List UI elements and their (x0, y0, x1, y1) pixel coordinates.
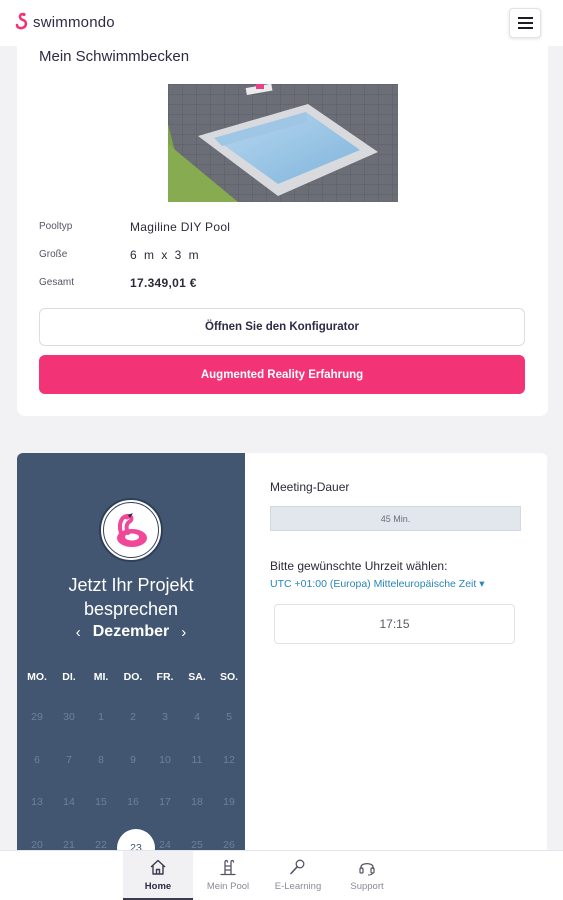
weekday-label: SO. (219, 671, 239, 683)
calendar-day: 11 (191, 753, 203, 766)
nav-mein-pool[interactable]: Mein Pool (193, 851, 263, 900)
weekday-label: FR. (156, 671, 174, 683)
prev-month-chevron-icon[interactable]: ‹ (76, 624, 81, 641)
calendar-day: 1 (98, 711, 104, 723)
augmented-reality-button[interactable]: Augmented Reality Erfahrung (39, 355, 525, 394)
weekday-label: MO. (27, 671, 47, 683)
meeting-booking-card: Jetzt Ihr Projekt besprechen ‹ Dezember … (17, 453, 547, 900)
swimmondo-logo[interactable]: swimmondo (14, 12, 115, 32)
meeting-duration-option[interactable]: 45 Min. (270, 506, 521, 531)
spec-label-gesamt: Gesamt (39, 277, 75, 288)
month-navigation: ‹ Dezember › (17, 623, 245, 641)
calendar-day: 7 (66, 753, 72, 766)
calendar-day: 8 (98, 753, 104, 766)
weekday-label: DI. (62, 671, 76, 683)
pool-ladder-icon (220, 859, 236, 876)
weekday-label: MI. (93, 671, 109, 683)
home-icon (150, 859, 166, 875)
my-pool-card: Mein Schwimmbecken Pooltyp Magiline DIY … (17, 32, 548, 416)
hamburger-menu-button[interactable] (509, 8, 541, 38)
timezone-select[interactable]: UTC +01:00 (Europa) Mitteleuropäische Ze… (270, 578, 485, 590)
headset-icon (359, 862, 375, 876)
nav-support-label: Support (350, 881, 384, 892)
next-month-chevron-icon[interactable]: › (181, 624, 186, 641)
calendar-day: 10 (159, 753, 171, 766)
spec-value-gesamt: 17.349,01 € (130, 276, 197, 290)
pool-card-title: Mein Schwimmbecken (39, 48, 190, 65)
calendar-day: 18 (191, 796, 203, 808)
spec-label-pooltyp: Pooltyp (39, 221, 73, 232)
spec-value-grosse: 6 m x 3 m (130, 248, 201, 262)
open-configurator-button[interactable]: Öffnen Sie den Konfigurator (39, 308, 525, 346)
nav-e-learning[interactable]: E-Learning (263, 851, 333, 900)
menu-icon-bar (517, 22, 533, 24)
calendar-day: 9 (130, 753, 136, 766)
spec-value-pooltyp: Magiline DIY Pool (130, 220, 231, 234)
bottom-navigation: Home Mein Pool E-Learning Support (0, 850, 563, 900)
weekday-header: MO. DI. MI. DO. FR. SA. SO. (21, 671, 245, 683)
calendar-day: 15 (95, 796, 107, 808)
calendar-day: 14 (63, 796, 75, 808)
calendar-day: 12 (223, 753, 235, 766)
calendar-panel: Jetzt Ihr Projekt besprechen ‹ Dezember … (17, 453, 245, 900)
app-header: swimmondo (0, 0, 563, 46)
spec-label-grosse: Große (39, 249, 68, 260)
weekday-label: SA. (188, 671, 206, 683)
calendar-day: 3 (162, 711, 168, 723)
calendar-day: 17 (159, 796, 171, 808)
meeting-duration-label: Meeting-Dauer (270, 480, 350, 494)
pool-render-image (168, 84, 398, 202)
calendar-day: 19 (223, 796, 235, 808)
calendar-day: 4 (194, 711, 200, 723)
choose-time-label: Bitte gewünschte Uhrzeit wählen: (270, 559, 448, 573)
nav-mein-pool-label: Mein Pool (206, 881, 250, 892)
calendar-day: 13 (31, 796, 43, 808)
current-month: Dezember (92, 623, 170, 640)
calendar-heading: Jetzt Ihr Projekt besprechen (17, 573, 245, 621)
nav-home[interactable]: Home (123, 851, 193, 900)
menu-icon-bar (517, 27, 533, 29)
flamingo-logo-icon (15, 12, 28, 30)
nav-e-learning-label: E-Learning (274, 881, 322, 892)
nav-home-label: Home (144, 881, 172, 892)
weekday-label: DO. (123, 671, 143, 683)
flamingo-float-icon (117, 513, 147, 547)
calendar-day: 30 (63, 711, 75, 723)
calendar-day: 5 (226, 711, 232, 723)
logo-text: swimmondo (33, 13, 115, 31)
nav-support[interactable]: Support (332, 851, 402, 900)
calendar-heading-line1: Jetzt Ihr Projekt (68, 575, 194, 595)
pool-3d-illustration (168, 84, 398, 202)
time-slot-button[interactable]: 17:15 (274, 604, 515, 644)
calendar-day: 6 (34, 753, 40, 766)
calendar-day: 29 (31, 711, 43, 723)
menu-icon-bar (517, 17, 533, 19)
calendar-heading-line2: besprechen (83, 599, 179, 619)
calendar-day: 2 (130, 711, 136, 723)
avatar-frame (103, 502, 159, 558)
consultant-avatar (99, 498, 163, 562)
e-learning-icon (290, 859, 305, 875)
